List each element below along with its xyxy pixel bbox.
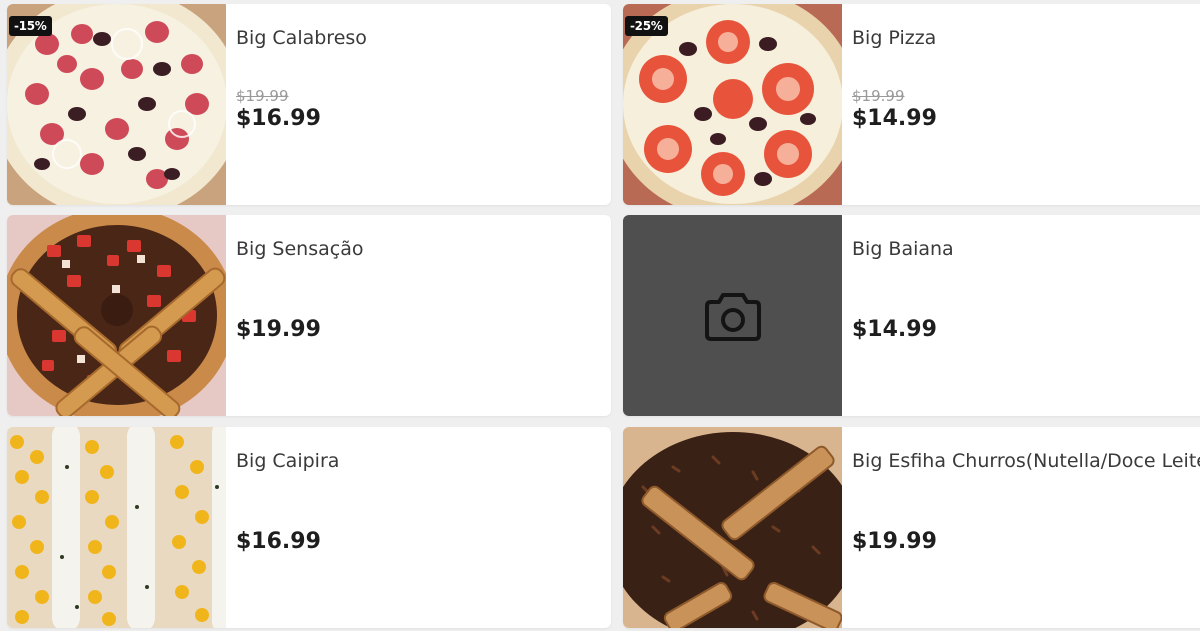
product-price: $16.99 xyxy=(236,106,321,131)
product-old-price: $19.99 xyxy=(852,87,905,105)
product-price: $14.99 xyxy=(852,106,937,131)
product-card-big-pizza[interactable]: -25% Big Pizza $19.99 $14.99 xyxy=(623,4,1200,205)
product-name: Big Calabreso xyxy=(236,27,367,49)
product-image[interactable]: -15% xyxy=(7,4,226,205)
product-price: $19.99 xyxy=(852,529,937,554)
product-image[interactable] xyxy=(7,215,226,416)
pizza-strawberry-chocolate-photo xyxy=(7,215,226,416)
discount-badge: -25% xyxy=(625,16,668,36)
camera-icon xyxy=(704,292,761,341)
product-name: Big Pizza xyxy=(852,27,937,49)
pizza-corn-cream-photo xyxy=(7,427,226,628)
product-price: $16.99 xyxy=(236,529,321,554)
product-name: Big Baiana xyxy=(852,238,954,260)
product-name: Big Sensação xyxy=(236,238,364,260)
product-card-big-sensacao[interactable]: Big Sensação $19.99 xyxy=(7,215,611,416)
product-image-placeholder[interactable] xyxy=(623,215,842,416)
product-card-big-baiana[interactable]: Big Baiana $14.99 xyxy=(623,215,1200,416)
product-old-price: $19.99 xyxy=(236,87,289,105)
discount-badge: -15% xyxy=(9,16,52,36)
product-price: $14.99 xyxy=(852,317,937,342)
product-image[interactable] xyxy=(623,427,842,628)
product-price: $19.99 xyxy=(236,317,321,342)
product-name: Big Esfiha Churros(Nutella/Doce Leite) xyxy=(852,450,1200,472)
product-grid: -15% Big Calabreso $19.99 $16.99 -25% Bi… xyxy=(7,4,1200,631)
product-card-big-esfiha-churros[interactable]: Big Esfiha Churros(Nutella/Doce Leite) $… xyxy=(623,427,1200,628)
product-image[interactable] xyxy=(7,427,226,628)
product-card-big-calabreso[interactable]: -15% Big Calabreso $19.99 $16.99 xyxy=(7,4,611,205)
product-image[interactable]: -25% xyxy=(623,4,842,205)
product-name: Big Caipira xyxy=(236,450,340,472)
product-card-big-caipira[interactable]: Big Caipira $16.99 xyxy=(7,427,611,628)
esfiha-churros-sprinkles-photo xyxy=(623,427,842,628)
